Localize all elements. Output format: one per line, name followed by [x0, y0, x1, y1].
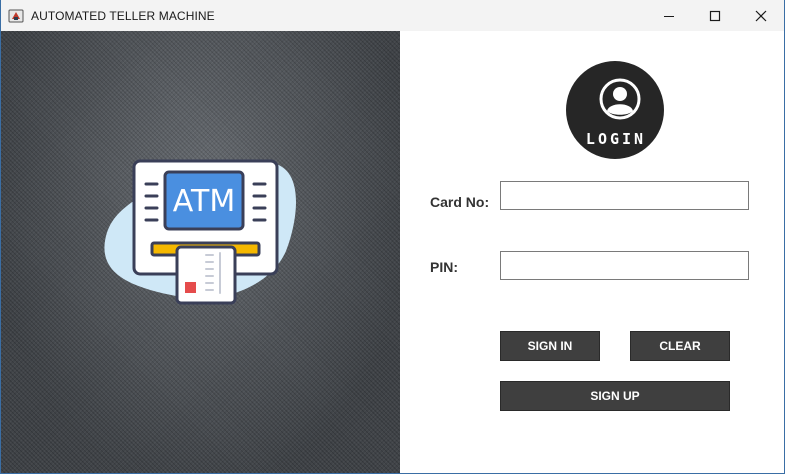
card-number-input[interactable]	[500, 181, 749, 210]
atm-screen-text: ATM	[173, 184, 235, 219]
sign-up-button[interactable]: SIGN UP	[500, 381, 730, 411]
pin-input[interactable]	[500, 251, 749, 280]
minimize-button[interactable]	[646, 0, 692, 31]
login-badge-text: LOGIN	[586, 130, 646, 148]
close-icon	[755, 10, 767, 21]
maximize-icon	[709, 10, 721, 21]
pin-label: PIN:	[430, 259, 458, 275]
java-app-icon	[8, 9, 24, 22]
sign-in-button[interactable]: SIGN IN	[500, 331, 600, 361]
maximize-button[interactable]	[692, 0, 738, 31]
minimize-icon	[664, 15, 674, 17]
atm-machine-icon: ATM	[104, 159, 296, 305]
title-bar[interactable]: AUTOMATED TELLER MACHINE	[1, 0, 784, 31]
app-window: AUTOMATED TELLER MACHINE ATM LOGIN Card …	[0, 0, 785, 474]
window-controls	[646, 0, 784, 31]
clear-button[interactable]: CLEAR	[630, 331, 730, 361]
close-button[interactable]	[738, 0, 784, 31]
left-image-panel: ATM	[1, 31, 400, 473]
window-title: AUTOMATED TELLER MACHINE	[31, 8, 215, 23]
login-form-panel: LOGIN Card No: PIN: SIGN IN CLEAR SIGN U…	[400, 31, 784, 473]
login-user-icon: LOGIN	[566, 61, 664, 159]
card-number-label: Card No:	[430, 194, 490, 210]
